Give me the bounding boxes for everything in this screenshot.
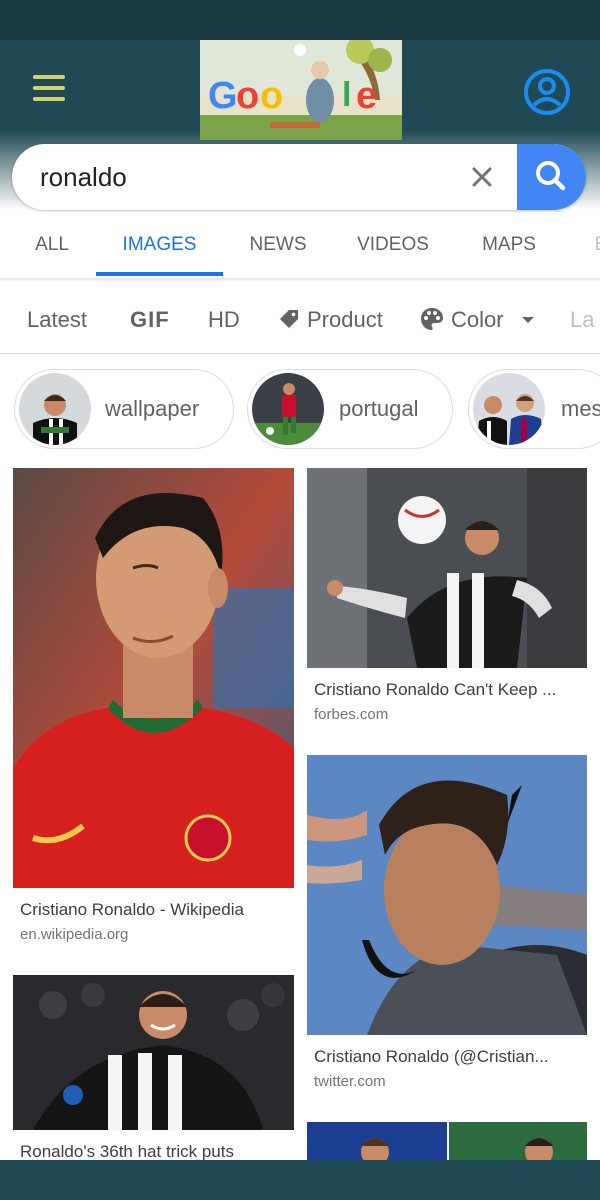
clear-icon[interactable]	[467, 162, 497, 192]
chip-label: mes	[561, 396, 600, 421]
chip-thumbnail	[19, 373, 91, 445]
status-bar	[0, 0, 600, 40]
filter-gif[interactable]: GIF	[130, 290, 170, 350]
active-tab-indicator	[96, 272, 223, 276]
related-chip-portugal[interactable]: portugal	[247, 369, 453, 449]
filter-bar: Latest GIF HD Product Color La	[0, 290, 600, 352]
related-chip-messi[interactable]: mes	[468, 369, 600, 449]
chevron-down-icon	[521, 317, 534, 323]
chip-thumbnail	[473, 373, 545, 445]
tab-news[interactable]: NEWS	[236, 212, 320, 278]
result-image	[307, 755, 587, 1035]
svg-text:l: l	[342, 76, 351, 114]
result-image	[13, 468, 294, 888]
menu-icon[interactable]	[33, 75, 67, 101]
svg-text:o: o	[260, 75, 283, 117]
result-title: Ronaldo's 36th hat trick puts	[20, 1142, 234, 1161]
tab-maps[interactable]: MAPS	[472, 212, 546, 278]
tab-books[interactable]: B	[586, 212, 600, 278]
svg-text:o: o	[236, 75, 259, 117]
chip-thumbnail	[252, 373, 324, 445]
image-result[interactable]: Cristiano Ronaldo Can't Keep ... forbes.…	[307, 468, 587, 730]
result-image	[307, 1122, 587, 1160]
chip-label: wallpaper	[105, 396, 200, 421]
filter-color-label: Color	[451, 307, 504, 332]
search-input[interactable]	[40, 144, 460, 210]
result-source: en.wikipedia.org	[20, 926, 129, 943]
svg-text:G: G	[208, 75, 238, 117]
search-icon	[536, 161, 566, 191]
account-icon[interactable]	[522, 67, 572, 117]
palette-icon	[421, 308, 443, 330]
tag-icon	[280, 310, 298, 328]
result-title: Cristiano Ronaldo - Wikipedia	[20, 900, 244, 919]
result-image	[13, 975, 294, 1130]
filter-large[interactable]: La	[570, 290, 594, 350]
search-button[interactable]	[517, 144, 586, 210]
result-image	[307, 468, 587, 668]
image-result[interactable]: Cristiano Ronaldo - Wikipedia en.wikiped…	[13, 468, 294, 952]
search-tabs: ALL IMAGES NEWS VIDEOS MAPS B	[0, 212, 600, 278]
navigation-bar	[0, 1160, 600, 1200]
filter-color[interactable]: Color	[419, 290, 536, 350]
search-bar	[12, 144, 586, 210]
tab-all[interactable]: ALL	[20, 212, 84, 278]
filter-product[interactable]: Product	[277, 290, 383, 350]
result-title: Cristiano Ronaldo Can't Keep ...	[314, 680, 557, 699]
tab-images[interactable]: IMAGES	[96, 212, 223, 278]
svg-text:e: e	[356, 75, 377, 117]
filter-product-label: Product	[307, 307, 383, 332]
image-result[interactable]: Ronaldo's 36th hat trick puts	[13, 975, 294, 1161]
result-title: Cristiano Ronaldo (@Cristian...	[314, 1047, 549, 1066]
image-result[interactable]: Cristiano Ronaldo (@Cristian... twitter.…	[307, 755, 587, 1095]
tab-videos[interactable]: VIDEOS	[348, 212, 438, 278]
filter-latest[interactable]: Latest	[27, 290, 87, 350]
chip-label: portugal	[339, 396, 419, 421]
image-result[interactable]	[307, 1122, 587, 1160]
google-doodle-logo[interactable]: G o o l e	[200, 40, 402, 140]
related-chip-wallpaper[interactable]: wallpaper	[14, 369, 234, 449]
filter-hd[interactable]: HD	[208, 290, 240, 350]
result-source: forbes.com	[314, 706, 389, 723]
result-source: twitter.com	[314, 1073, 386, 1090]
filter-divider	[0, 353, 600, 354]
